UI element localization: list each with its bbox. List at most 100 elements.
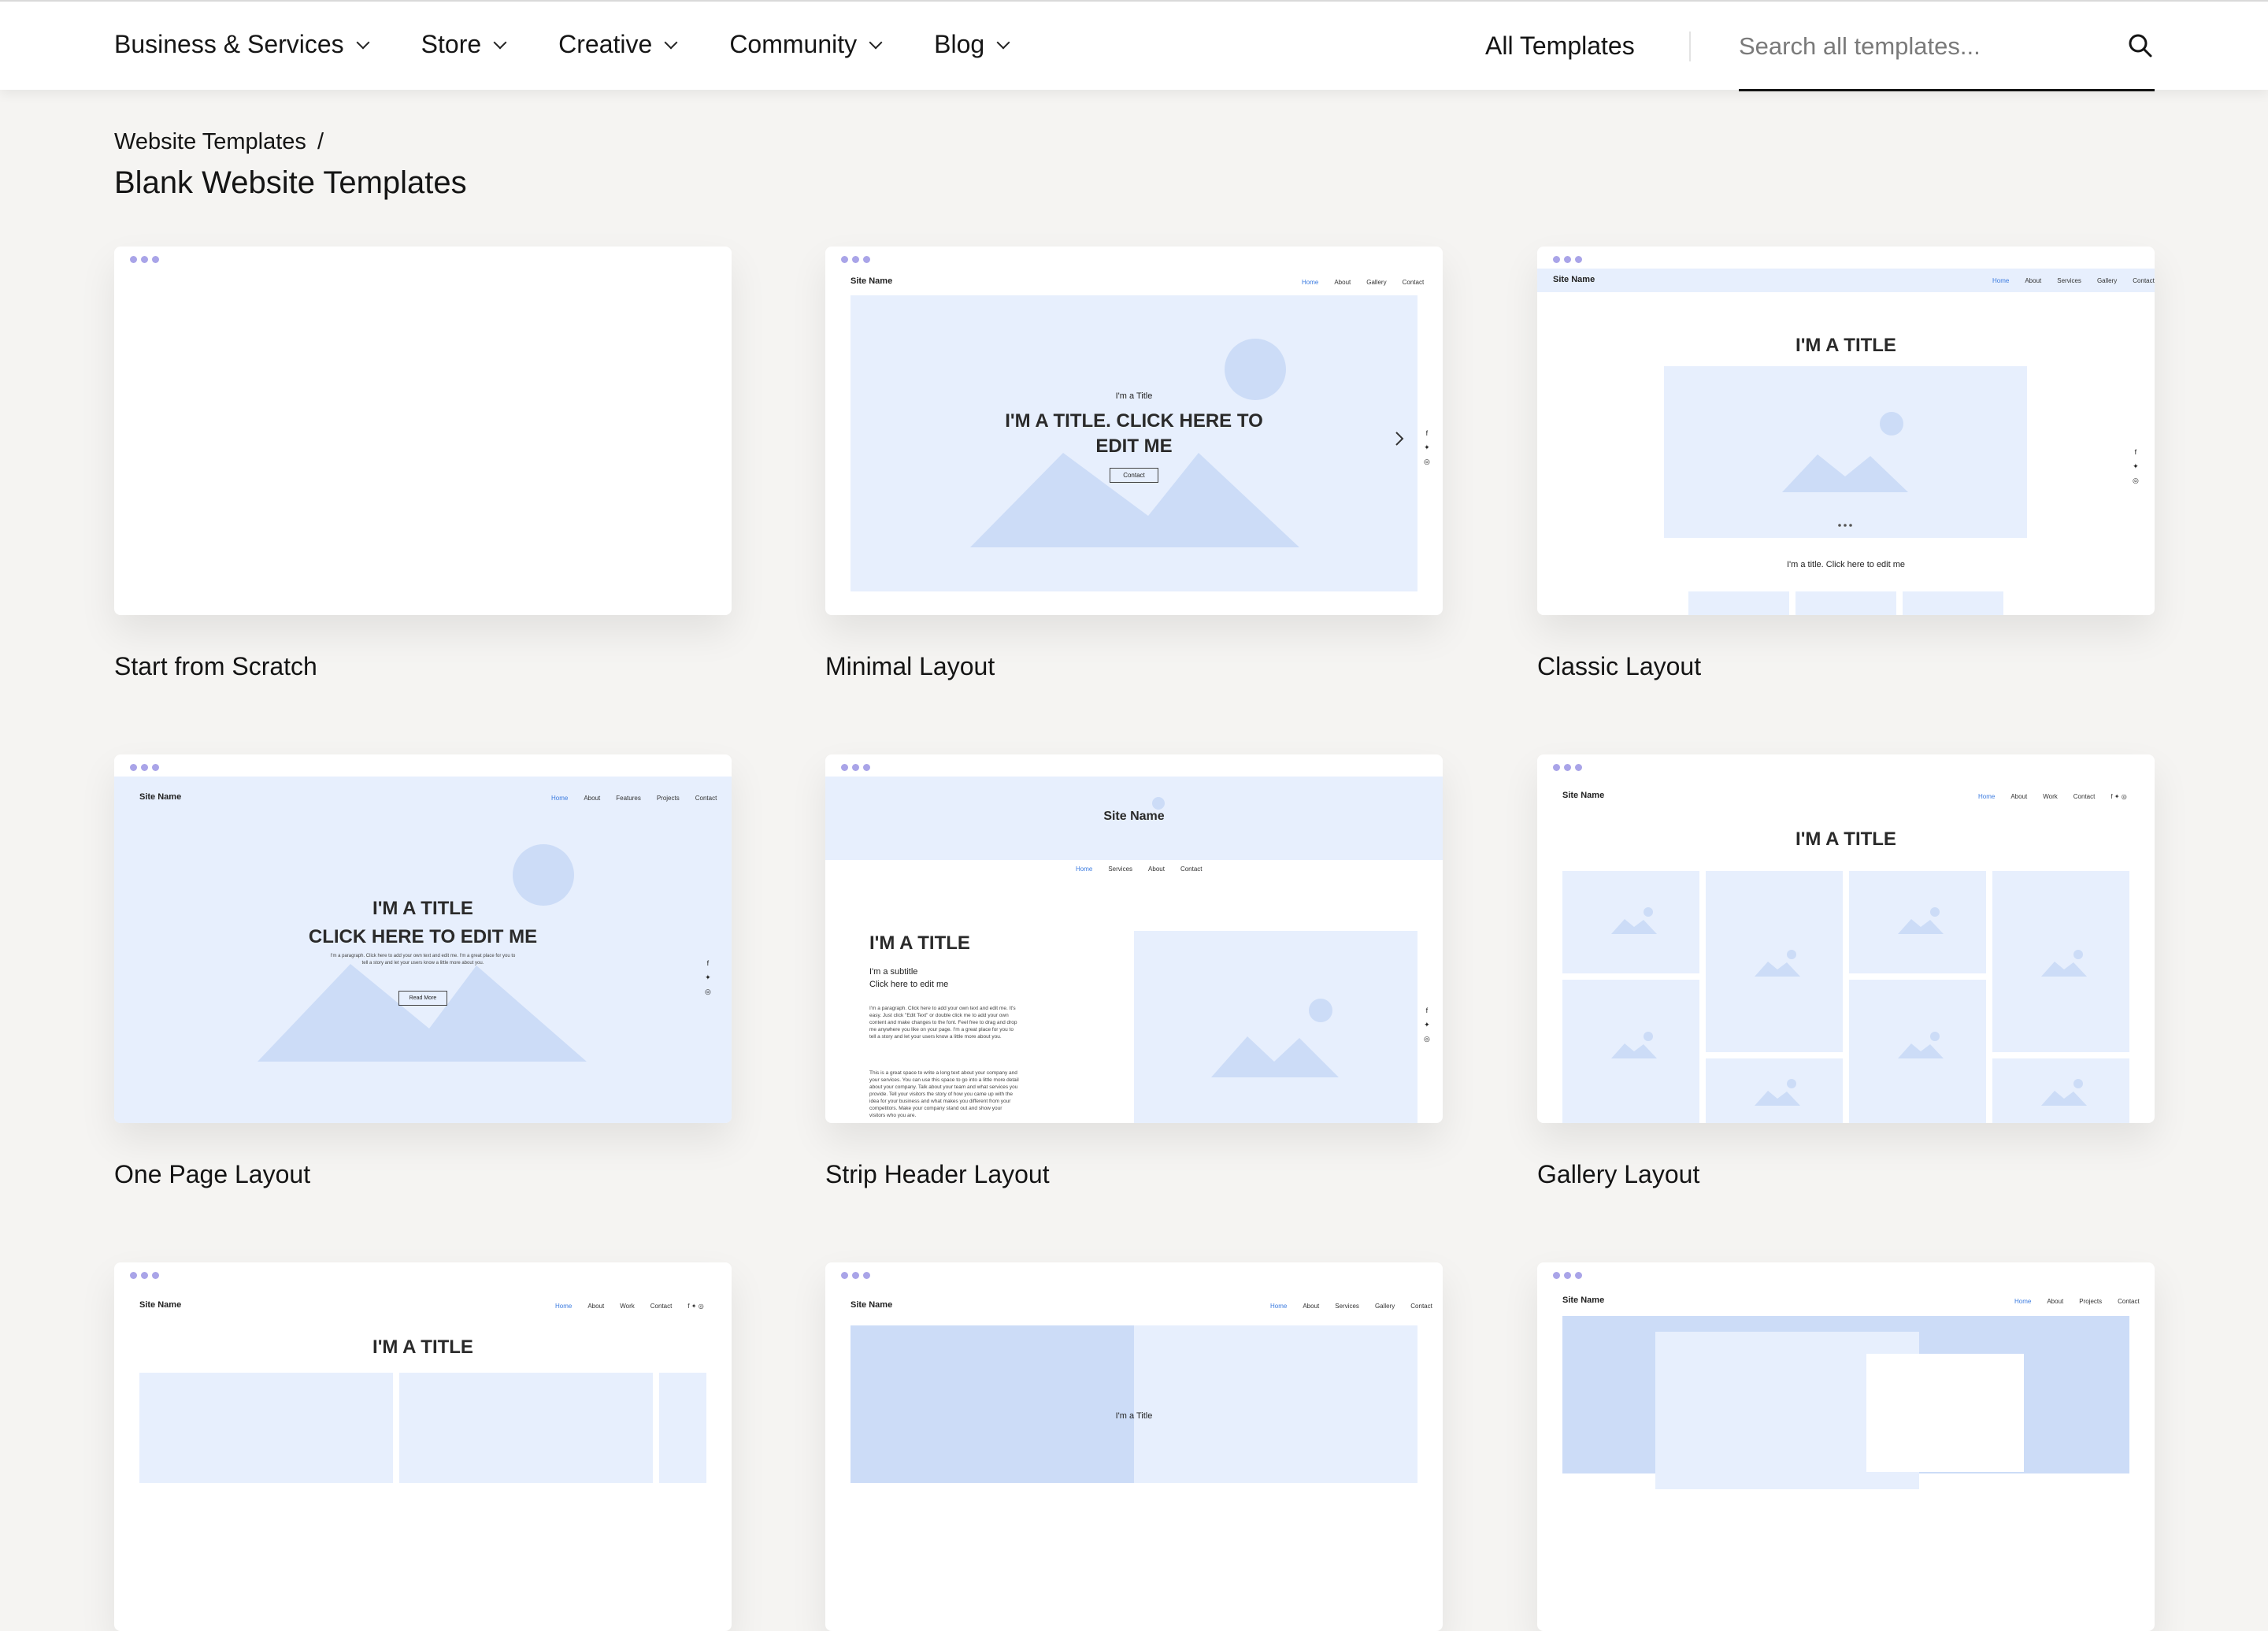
template-label[interactable]: One Page Layout [114,1160,310,1189]
template-card-start-from-scratch[interactable] [114,247,732,615]
preview-title: I'M A TITLE [372,1336,473,1358]
preview-nav-link: Home [1992,277,2010,284]
template-preview: Site Name Home About Work Contact f ✦ ◎ … [114,1284,732,1631]
image-placeholder-icon [1782,412,1908,527]
chevron-down-icon [493,35,507,49]
template-preview: Site Name Home About Projects Contact [1537,1284,2155,1631]
template-card-one-page-layout[interactable]: Site Name Home About Features Projects C… [114,754,732,1123]
window-dots [841,256,870,263]
preview-kicker: I'm a Title [1115,391,1153,401]
preview-nav: Home Services About Contact [1076,866,1203,873]
preview-hero-right [1134,1325,1418,1483]
preview-subtitle: I'm a subtitle [869,967,918,977]
template-card-gallery-layout[interactable]: Site Name Home About Work Contact f ✦ ◎ … [1537,754,2155,1123]
preview-nav-link: Home [1076,866,1093,873]
template-preview: Site Name Home Services About Contact I'… [825,777,1443,1123]
preview-title-2: CLICK HERE TO EDIT ME [308,926,538,947]
template-preview: Site Name Home About Services Gallery Co… [1537,269,2155,615]
preview-nav-link: Contact [650,1303,673,1310]
top-nav-bar: Business & Services Store Creative Commu… [0,0,2268,91]
nav-label: Business & Services [114,30,344,58]
preview-contact-button: Contact [1110,468,1158,483]
preview-nav-link: About [1303,1303,1320,1310]
preview-site-name: Site Name [1562,1296,1605,1305]
preview-nav-link: Gallery [1366,279,1387,286]
template-label[interactable]: Gallery Layout [1537,1160,1699,1189]
preview-nav-link: Home [2014,1298,2032,1305]
preview-read-more-button: Read More [398,991,447,1006]
preview-kicker: I'm a Title [1115,1411,1153,1421]
window-dots [1553,256,1582,263]
preview-site-name: Site Name [1103,810,1165,823]
preview-hero-left [850,1325,1134,1483]
nav-creative[interactable]: Creative [558,30,678,59]
preview-nav-link: Services [2057,277,2081,284]
template-preview: Site Name Home About Gallery Contact I'm… [825,269,1443,615]
template-label[interactable]: Minimal Layout [825,652,995,681]
preview-nav-link: About [1148,866,1165,873]
template-card[interactable]: Site Name Home About Work Contact f ✦ ◎ … [114,1262,732,1631]
preview-image [1664,366,2027,538]
breadcrumb-website-templates[interactable]: Website Templates [114,129,306,154]
preview-nav-link: Contact [1180,866,1203,873]
preview-social-icons: f ✦ ◎ [705,959,711,995]
search-icon[interactable] [2126,32,2155,60]
template-label[interactable]: Start from Scratch [114,652,317,681]
nav-store[interactable]: Store [421,30,507,59]
template-card[interactable]: Site Name Home About Projects Contact [1537,1262,2155,1631]
all-templates-link[interactable]: All Templates [1485,32,1635,61]
image-placeholder-icon [1211,999,1339,1077]
window-dots [841,764,870,771]
preview-hero: I'm a Title I'M A TITLE. CLICK HERE TO E… [850,295,1418,591]
preview-thumb [1903,591,2003,615]
chevron-right-icon [1395,432,1404,446]
preview-image [659,1373,706,1483]
social-icons: f ✦ ◎ [687,1303,704,1310]
preview-title: I'M A TITLE [869,932,970,954]
window-dots [1553,1272,1582,1279]
chevron-down-icon [664,35,678,49]
preview-paragraph: I'm a paragraph. Click here to add your … [330,954,516,966]
preview-nav-link: About [587,1303,605,1310]
preview-nav-link: Contact [2118,1298,2140,1305]
nav-label: Blog [934,30,985,58]
preview-nav: Home About Work Contact f ✦ ◎ [555,1303,704,1310]
chevron-down-icon [356,35,370,49]
preview-nav-link: About [2025,277,2042,284]
preview-nav-link: Contact [1402,279,1425,286]
template-card-strip-header-layout[interactable]: Site Name Home Services About Contact I'… [825,754,1443,1123]
preview-paragraph-2: This is a great space to write a long te… [869,1070,1019,1118]
template-preview: Site Name Home About Services Gallery Co… [825,1284,1443,1631]
preview-nav-link: Contact [1410,1303,1432,1310]
preview-title: I'M A TITLE. CLICK HERE TO EDIT ME [1005,410,1263,457]
image-placeholder-icon [258,844,587,1062]
preview-social-icons: f ✦ ◎ [1424,1006,1430,1043]
preview-social-icons: f ✦ ◎ [1424,429,1430,465]
template-label[interactable]: Classic Layout [1537,652,1701,681]
template-card[interactable]: Site Name Home About Services Gallery Co… [825,1262,1443,1631]
nav-blog[interactable]: Blog [934,30,1010,59]
window-dots [130,256,159,263]
nav-community[interactable]: Community [729,30,883,59]
preview-social-icons: f ✦ ◎ [2133,448,2139,484]
template-preview: Site Name Home About Features Projects C… [114,777,732,1123]
nav-business-services[interactable]: Business & Services [114,30,370,59]
window-dots [130,764,159,771]
template-card-minimal-layout[interactable]: Site Name Home About Gallery Contact I'm… [825,247,1443,615]
preview-nav-link: Services [1108,866,1133,873]
preview-nav-link: Contact [2133,277,2155,284]
chevron-down-icon [869,35,883,49]
preview-image [1134,931,1418,1123]
preview-nav: Home About Gallery Contact [1302,279,1424,286]
preview-nav-link: About [2047,1298,2064,1305]
preview-site-name: Site Name [850,276,893,286]
preview-image [399,1373,653,1483]
template-card-classic-layout[interactable]: Site Name Home About Services Gallery Co… [1537,247,2155,615]
window-dots [1553,764,1582,771]
preview-thumb [1688,591,1789,615]
preview-image [139,1373,393,1483]
search-input[interactable] [1739,27,2101,66]
template-label[interactable]: Strip Header Layout [825,1160,1050,1189]
nav-label: Creative [558,30,653,58]
preview-nav: Home About Projects Contact [2014,1298,2140,1305]
